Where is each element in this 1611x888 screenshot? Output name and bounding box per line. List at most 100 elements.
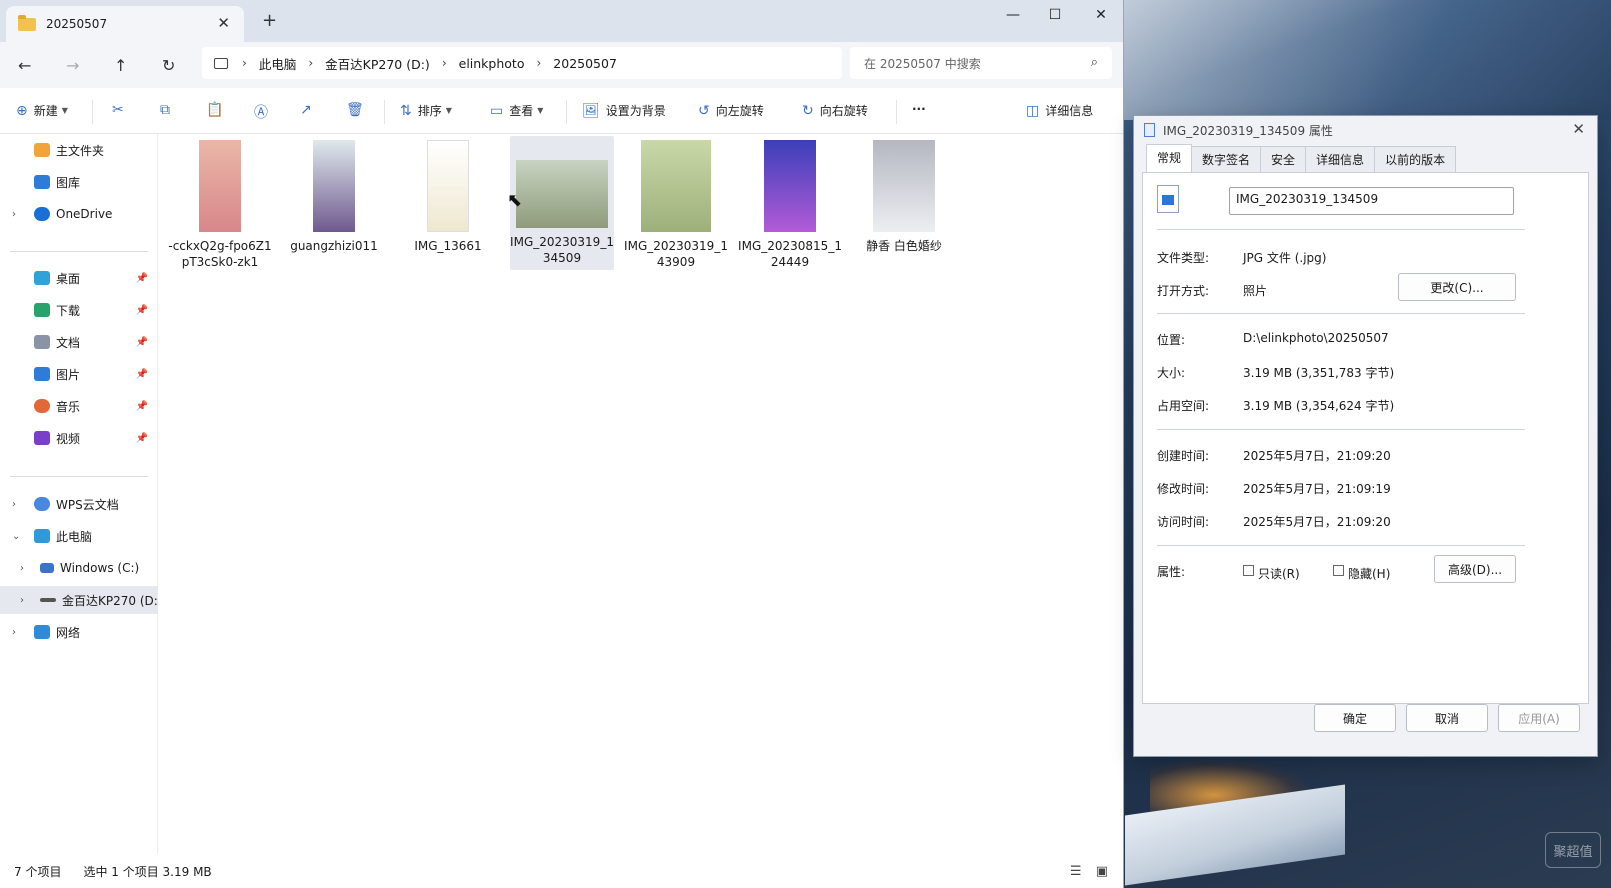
file-item[interactable]: IMG_20230815_124449 — [738, 136, 842, 270]
breadcrumb-drive-d[interactable]: 金百达KP270 (D:) — [325, 54, 430, 73]
readonly-checkbox[interactable]: 只读(R) — [1243, 565, 1300, 582]
change-button[interactable]: 更改(C)... — [1398, 273, 1516, 301]
file-item[interactable]: -cckxQ2g-fpo6Z1pT3cSk0-zk1 — [168, 136, 272, 270]
sidebar-item-this-pc[interactable]: ⌄ 此电脑 — [0, 522, 158, 550]
chevron-right-icon[interactable]: › — [12, 499, 16, 510]
copy-button[interactable]: ⧉ — [160, 102, 176, 118]
checkbox-icon — [1333, 565, 1344, 576]
file-item-selected[interactable]: IMG_20230319_134509 — [510, 136, 614, 270]
clipboard-icon: 📋 — [206, 102, 224, 118]
rotate-right-button[interactable]: ↻ 向右旋转 — [802, 102, 868, 119]
breadcrumb-elinkphoto[interactable]: elinkphoto — [459, 56, 525, 71]
tab-general[interactable]: 常规 — [1146, 144, 1193, 172]
cancel-button[interactable]: 取消 — [1406, 704, 1488, 732]
chevron-right-icon[interactable]: › — [20, 563, 24, 574]
new-tab-button[interactable]: + — [262, 10, 277, 31]
advanced-button[interactable]: 高级(D)... — [1434, 555, 1516, 583]
chevron-right-icon[interactable]: › — [12, 209, 16, 220]
open-with-value: 照片 — [1243, 284, 1268, 298]
large-icons-view-icon[interactable]: ▣ — [1096, 864, 1108, 879]
sidebar-item-documents[interactable]: 文档 📌 — [0, 328, 158, 356]
sidebar-item-label: OneDrive — [56, 207, 113, 221]
sidebar-item-label: 音乐 — [56, 399, 81, 414]
location-label: 位置: — [1157, 333, 1186, 347]
music-icon — [34, 399, 50, 413]
rotate-left-button[interactable]: ↺ 向左旋转 — [698, 102, 764, 119]
sidebar-item-desktop[interactable]: 桌面 📌 — [0, 264, 158, 292]
search-input[interactable]: 在 20250507 中搜索 ⌕ — [850, 47, 1112, 79]
paste-button[interactable]: 📋 — [206, 102, 229, 118]
accessed-row: 访问时间: 2025年5月7日，21:09:20 — [1157, 513, 1391, 530]
tab-previous-versions[interactable]: 以前的版本 — [1374, 146, 1457, 172]
ok-button[interactable]: 确定 — [1314, 704, 1396, 732]
sort-button[interactable]: ⇅ 排序 ▼ — [400, 102, 452, 119]
cut-button[interactable]: ✂ — [112, 102, 130, 118]
set-background-label: 设置为背景 — [605, 104, 666, 118]
close-icon[interactable]: ✕ — [1572, 120, 1585, 138]
modified-label: 修改时间: — [1157, 482, 1210, 496]
created-row: 创建时间: 2025年5月7日，21:09:20 — [1157, 447, 1391, 464]
share-icon: ↗ — [300, 102, 312, 118]
maximize-button[interactable]: ☐ — [1032, 0, 1078, 30]
set-background-button[interactable]: 🖼 设置为背景 — [582, 102, 666, 119]
forward-button[interactable]: → — [66, 56, 79, 75]
search-placeholder: 在 20250507 中搜索 — [864, 56, 981, 71]
file-item[interactable]: IMG_20230319_143909 — [624, 136, 728, 270]
chevron-right-icon[interactable]: › — [12, 627, 16, 638]
minimize-button[interactable]: — — [990, 0, 1036, 30]
sidebar-item-music[interactable]: 音乐 📌 — [0, 392, 158, 420]
tab-digital-signatures[interactable]: 数字签名 — [1191, 146, 1262, 172]
tab-security[interactable]: 安全 — [1260, 146, 1307, 172]
dialog-tabs: 常规 数字签名 安全 详细信息 以前的版本 — [1134, 144, 1597, 172]
sidebar-item-drive-d[interactable]: › 金百达KP270 (D: — [0, 586, 158, 614]
image-thumbnail — [199, 140, 241, 232]
address-bar[interactable]: › 此电脑 › 金百达KP270 (D:) › elinkphoto › 202… — [202, 47, 842, 79]
more-options-button[interactable]: ··· — [912, 102, 926, 116]
size-label: 大小: — [1157, 366, 1186, 380]
sidebar-item-downloads[interactable]: 下载 📌 — [0, 296, 158, 324]
sidebar-item-onedrive[interactable]: › OneDrive — [0, 200, 158, 228]
sidebar-item-wps-cloud[interactable]: › WPS云文档 — [0, 490, 158, 518]
filename-field[interactable]: IMG_20230319_134509 — [1229, 187, 1514, 215]
download-icon — [34, 303, 50, 317]
sidebar-item-pictures[interactable]: 图片 📌 — [0, 360, 158, 388]
close-window-button[interactable]: ✕ — [1078, 0, 1124, 30]
chevron-right-icon[interactable]: › — [20, 595, 24, 606]
delete-button[interactable]: 🗑 — [346, 102, 370, 118]
hidden-label: 隐藏(H) — [1348, 567, 1391, 581]
divider — [1157, 313, 1525, 314]
back-button[interactable]: ← — [18, 56, 31, 75]
up-button[interactable]: ↑ — [114, 56, 127, 75]
view-button[interactable]: ▭ 查看 ▼ — [490, 102, 543, 119]
divider — [92, 100, 93, 124]
breadcrumb-20250507[interactable]: 20250507 — [553, 56, 617, 71]
tab-20250507[interactable]: 20250507 ✕ — [6, 6, 244, 42]
details-pane-button[interactable]: ◫ 详细信息 — [1026, 102, 1093, 119]
tab-details[interactable]: 详细信息 — [1305, 146, 1376, 172]
sidebar-item-home[interactable]: 主文件夹 — [0, 136, 158, 164]
modified-value: 2025年5月7日，21:09:19 — [1243, 482, 1391, 496]
sidebar-item-gallery[interactable]: 图库 — [0, 168, 158, 196]
share-button[interactable]: ↗ — [300, 102, 318, 118]
sidebar-item-videos[interactable]: 视频 📌 — [0, 424, 158, 452]
rotate-left-label: 向左旋转 — [715, 104, 764, 118]
chevron-down-icon[interactable]: ⌄ — [12, 531, 20, 542]
file-item[interactable]: 静香 白色婚纱 — [852, 136, 956, 254]
sidebar-item-drive-c[interactable]: › Windows (C:) — [0, 554, 158, 582]
refresh-button[interactable]: ↻ — [162, 56, 175, 75]
new-button[interactable]: ⊕ 新建 ▼ — [16, 102, 68, 119]
apply-button[interactable]: 应用(A) — [1498, 704, 1580, 732]
network-icon — [34, 625, 50, 639]
file-item[interactable]: guangzhizi011 — [282, 136, 386, 254]
breadcrumb-this-pc[interactable]: 此电脑 — [259, 54, 297, 73]
command-bar: ⊕ 新建 ▼ ✂ ⧉ 📋 Ⓐ ↗ 🗑 ⇅ 排序 ▼ ▭ 查看 ▼ 🖼 设置为背景… — [0, 88, 1123, 134]
close-tab-icon[interactable]: ✕ — [217, 14, 230, 32]
sidebar-item-network[interactable]: › 网络 — [0, 618, 158, 646]
home-icon — [34, 143, 50, 157]
details-view-icon[interactable]: ☰ — [1070, 864, 1082, 879]
hidden-checkbox[interactable]: 隐藏(H) — [1333, 565, 1390, 582]
title-bar: 20250507 ✕ + — ☐ ✕ — [0, 0, 1123, 42]
file-item[interactable]: IMG_13661 — [396, 136, 500, 254]
rename-button[interactable]: Ⓐ — [254, 102, 274, 122]
sidebar-item-label: 图片 — [56, 367, 81, 382]
